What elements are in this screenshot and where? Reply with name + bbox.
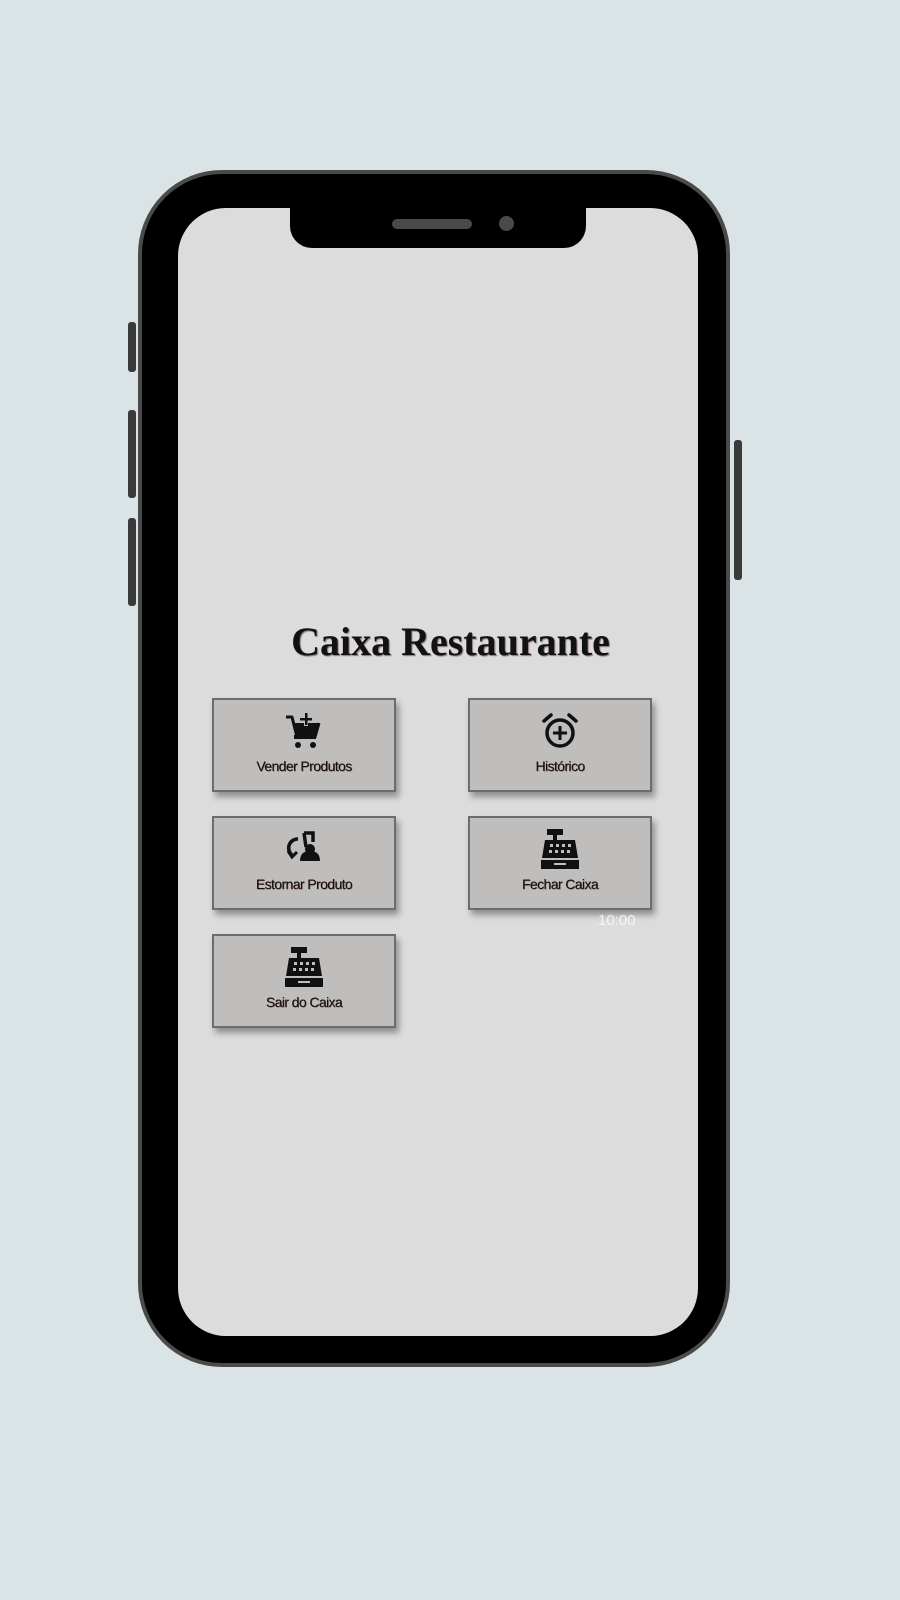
alarm-add-icon xyxy=(539,710,581,752)
cart-plus-icon xyxy=(283,710,325,752)
close-register-label: Fechar Caixa xyxy=(521,876,599,892)
front-camera xyxy=(499,216,514,231)
power-button xyxy=(734,440,742,580)
history-label: Histórico xyxy=(535,758,585,774)
page-title: Caixa Restaurante xyxy=(291,619,610,664)
history-button[interactable]: Histórico xyxy=(468,698,652,792)
mute-switch xyxy=(128,322,136,372)
refund-icon xyxy=(283,828,325,870)
volume-up-button xyxy=(128,410,136,498)
volume-down-button xyxy=(128,518,136,606)
speaker-grille xyxy=(392,219,472,229)
page: Caixa Restaurante Vender Produtos Histór… xyxy=(0,0,900,1600)
clock-time: 10:00 xyxy=(598,912,636,929)
close-register-button[interactable]: Fechar Caixa xyxy=(468,816,652,910)
notch xyxy=(290,208,586,248)
refund-product-label: Estornar Produto xyxy=(255,876,353,892)
exit-register-button[interactable]: Sair do Caixa xyxy=(212,934,396,1028)
sell-products-label: Vender Produtos xyxy=(256,758,352,774)
cash-register-icon xyxy=(539,828,581,870)
sell-products-button[interactable]: Vender Produtos xyxy=(212,698,396,792)
refund-product-button[interactable]: Estornar Produto xyxy=(212,816,396,910)
phone-frame: Caixa Restaurante Vender Produtos Histór… xyxy=(128,170,742,1367)
phone-screen: Caixa Restaurante Vender Produtos Histór… xyxy=(178,208,698,1336)
exit-register-label: Sair do Caixa xyxy=(265,994,343,1010)
cash-register-icon xyxy=(283,946,325,988)
